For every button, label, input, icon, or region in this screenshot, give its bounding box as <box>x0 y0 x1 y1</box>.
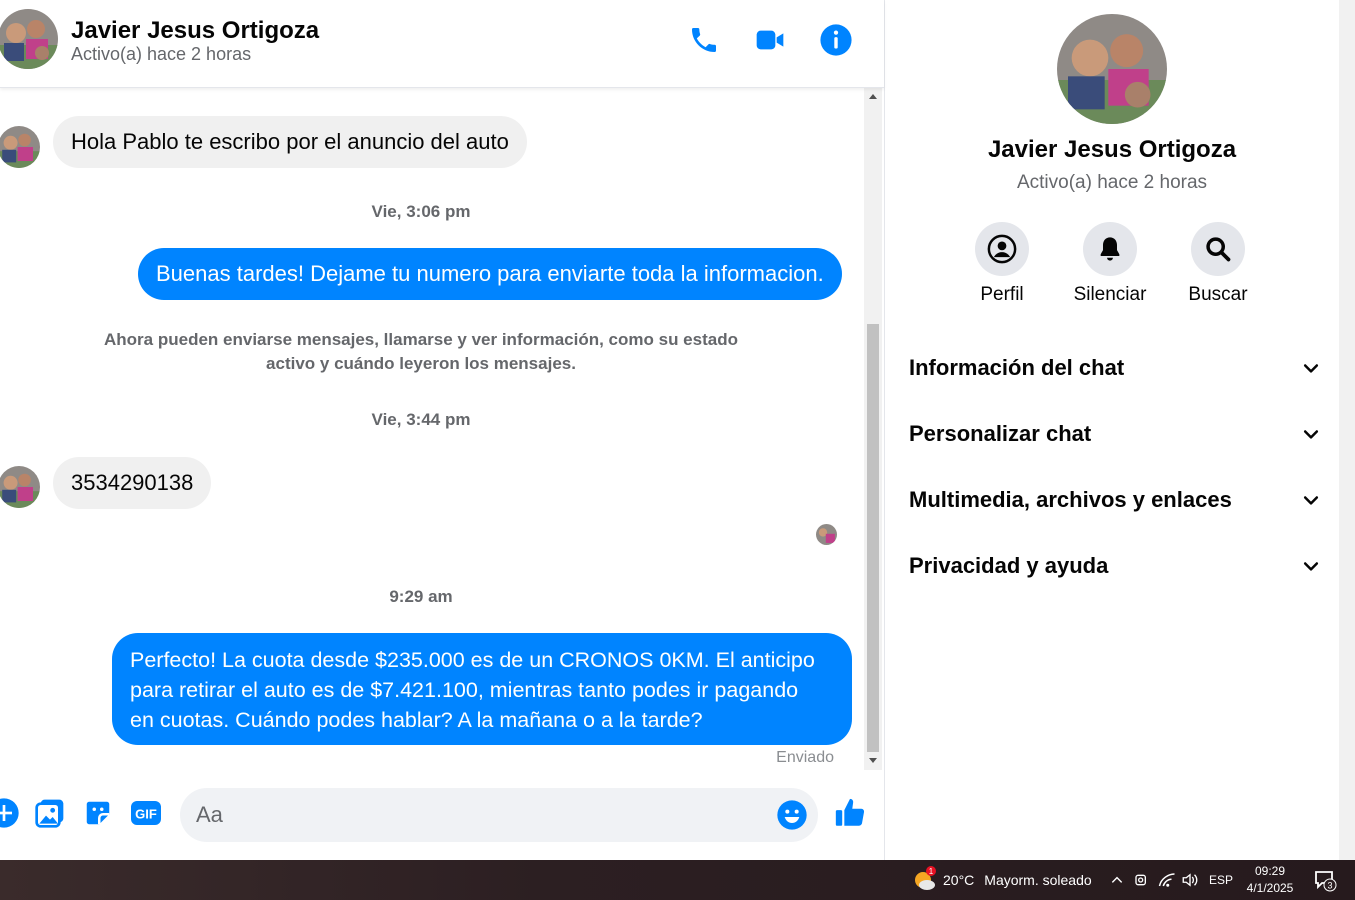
chevron-down-icon <box>1303 562 1319 571</box>
attach-photo-button[interactable] <box>32 795 68 831</box>
panel-contact-status: Activo(a) hace 2 horas <box>1016 172 1208 193</box>
message-timestamp: 9:29 am <box>389 587 453 606</box>
phone-icon <box>692 28 716 52</box>
contact-profile-photo[interactable] <box>1057 14 1167 124</box>
conversation-info-button[interactable] <box>816 20 856 60</box>
search-action[interactable]: Buscar <box>1168 222 1268 306</box>
search-icon <box>1206 237 1231 262</box>
profile-action[interactable]: Perfil <box>952 222 1052 306</box>
svg-text:3: 3 <box>1327 881 1332 891</box>
windows-taskbar: 1 20°C Mayorm. soleado ESP 09:29 4/1/202… <box>0 860 1355 900</box>
weather-sun-cloud-icon: 1 <box>915 866 936 890</box>
more-actions-button[interactable] <box>0 795 22 831</box>
temperature: 20°C <box>943 872 975 888</box>
speaker-icon <box>1182 873 1198 887</box>
video-camera-icon <box>756 30 784 50</box>
language-indicator[interactable]: ESP <box>1209 860 1233 900</box>
message-bubble-outgoing[interactable]: Buenas tardes! Dejame tu numero para env… <box>138 248 842 300</box>
info-icon <box>820 24 852 56</box>
message-bubble-incoming[interactable]: 3534290138 <box>53 457 212 509</box>
message-list[interactable]: Hola Pablo te escribo por el anuncio del… <box>0 88 864 768</box>
video-call-button[interactable] <box>750 20 790 60</box>
chevron-down-icon <box>1303 496 1319 505</box>
camera-app-icon <box>1135 874 1146 886</box>
call-button[interactable] <box>684 20 724 60</box>
mute-action[interactable]: Silenciar <box>1060 222 1160 306</box>
weather-widget[interactable]: 1 20°C Mayorm. soleado <box>910 860 1092 900</box>
volume-button[interactable] <box>1181 860 1199 900</box>
message-input-container <box>180 788 818 842</box>
section-chat-info[interactable]: Información del chat <box>909 348 1321 388</box>
wifi-icon <box>1158 873 1175 887</box>
emoji-icon <box>777 800 807 830</box>
read-receipt-avatar <box>816 524 837 545</box>
message-bubble-incoming[interactable]: Hola Pablo te escribo por el anuncio del… <box>53 116 527 168</box>
network-button[interactable] <box>1158 860 1176 900</box>
system-notice: Ahora pueden enviarse mensajes, llamarse… <box>104 330 738 373</box>
scroll-thumb[interactable] <box>867 324 879 752</box>
svg-text:GIF: GIF <box>135 807 157 822</box>
conversation-details-panel: Javier Jesus Ortigoza Activo(a) hace 2 h… <box>884 0 1355 860</box>
message-bubble-outgoing[interactable]: Perfecto! La cuota desde $235.000 es de … <box>112 633 852 745</box>
chevron-up-icon <box>1111 876 1123 883</box>
emoji-button[interactable] <box>776 799 808 831</box>
chat-header: Javier Jesus Ortigoza Activo(a) hace 2 h… <box>0 0 884 88</box>
contact-status: Activo(a) hace 2 horas <box>71 44 252 64</box>
thumbs-up-icon <box>835 798 865 826</box>
meet-now-button[interactable] <box>1134 860 1150 900</box>
sender-avatar <box>0 126 40 168</box>
section-privacy-help[interactable]: Privacidad y ayuda <box>909 546 1321 586</box>
message-input[interactable] <box>196 788 756 842</box>
system-clock[interactable]: 09:29 4/1/2025 <box>1236 863 1304 897</box>
like-button[interactable] <box>832 795 868 831</box>
image-icon <box>35 799 64 828</box>
sticker-icon <box>86 801 110 825</box>
chevron-down-icon <box>1303 430 1319 439</box>
chevron-down-icon <box>1303 364 1319 373</box>
plus-circle-icon <box>0 798 19 828</box>
chat-column: Javier Jesus Ortigoza Activo(a) hace 2 h… <box>0 0 884 860</box>
message-timestamp: Vie, 3:06 pm <box>371 202 471 221</box>
contact-avatar[interactable] <box>0 9 58 69</box>
gif-icon: GIF <box>131 801 161 825</box>
contact-name[interactable]: Javier Jesus Ortigoza <box>71 17 319 45</box>
section-customize-chat[interactable]: Personalizar chat <box>909 414 1321 454</box>
message-composer: GIF <box>0 770 884 860</box>
panel-contact-name: Javier Jesus Ortigoza <box>987 136 1237 163</box>
message-scrollbar[interactable] <box>864 88 882 770</box>
gif-button[interactable]: GIF <box>128 795 164 831</box>
sent-status: Enviado <box>776 749 834 766</box>
bell-icon <box>1100 237 1120 261</box>
notification-center-button[interactable]: 3 <box>1313 860 1337 900</box>
messenger-app: Javier Jesus Ortigoza Activo(a) hace 2 h… <box>0 0 1355 860</box>
section-media-files-links[interactable]: Multimedia, archivos y enlaces <box>909 480 1321 520</box>
svg-text:1: 1 <box>929 867 934 876</box>
notifications-icon: 3 <box>1315 871 1337 892</box>
message-timestamp: Vie, 3:44 pm <box>371 410 471 429</box>
scroll-down-arrow[interactable] <box>869 758 877 763</box>
weather-condition: Mayorm. soleado <box>984 872 1092 888</box>
panel-scrollbar[interactable] <box>1339 0 1355 860</box>
profile-icon <box>987 234 1017 264</box>
sender-avatar <box>0 466 40 508</box>
sticker-button[interactable] <box>80 795 116 831</box>
scroll-up-arrow[interactable] <box>869 94 877 99</box>
show-hidden-icons-button[interactable] <box>1110 860 1124 900</box>
